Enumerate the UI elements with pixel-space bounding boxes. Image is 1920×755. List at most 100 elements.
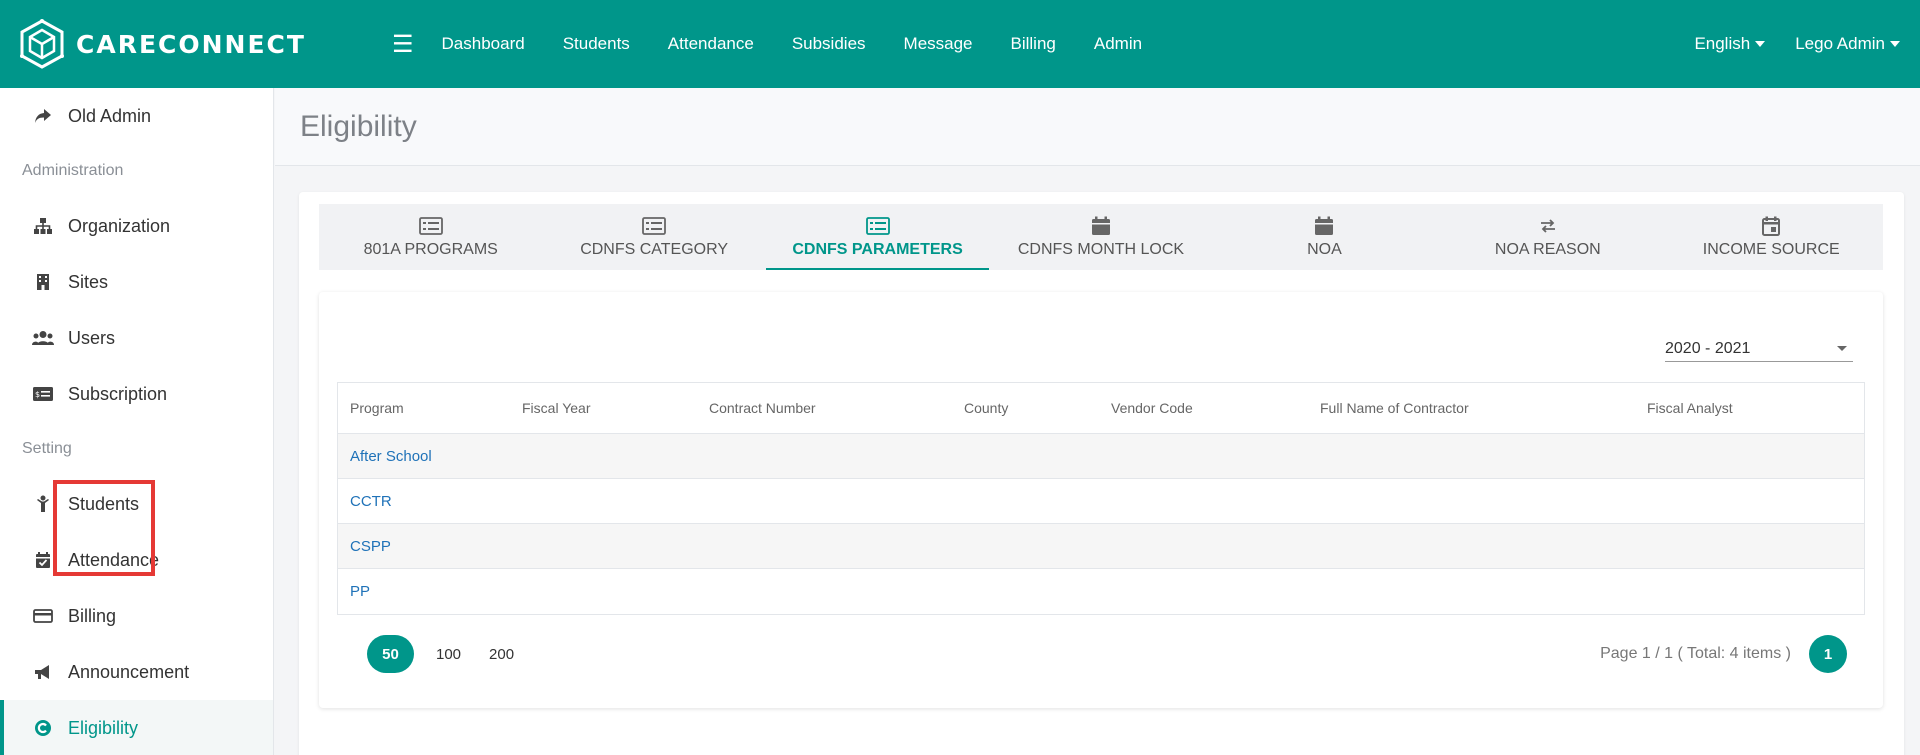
language-dropdown[interactable]: English — [1694, 34, 1766, 54]
list-alt-icon — [642, 215, 667, 237]
hamburger-menu-icon[interactable]: ☰ — [392, 30, 414, 59]
sidebar-item-label: Organization — [68, 215, 171, 236]
program-link-cctr[interactable]: CCTR — [350, 493, 392, 510]
caret-down-icon — [1755, 41, 1766, 47]
tab-label: CDNFS PARAMETERS — [792, 241, 963, 258]
sidebar-item-announcement[interactable]: Announcement — [0, 644, 273, 700]
column-header-county[interactable]: County — [952, 400, 1099, 416]
program-link-pp[interactable]: PP — [350, 583, 370, 600]
cell-program: CSPP — [338, 538, 510, 555]
cell-program: PP — [338, 583, 510, 600]
tab-bar: 801A PROGRAMS CDNFS CATEGORY CDNFS PARAM… — [319, 204, 1883, 270]
careconnect-logo-icon — [20, 19, 64, 69]
sidebar-item-sites[interactable]: Sites — [0, 254, 273, 310]
column-header-program[interactable]: Program — [338, 400, 510, 416]
parameters-panel: 2020 - 2021 Program Fiscal Year Contract… — [319, 292, 1883, 708]
nav-students[interactable]: Students — [563, 34, 630, 54]
credit-card-icon — [30, 608, 56, 624]
user-dropdown[interactable]: Lego Admin — [1795, 34, 1900, 54]
sidebar-section-administration: Administration — [22, 162, 124, 179]
page-size-100[interactable]: 100 — [436, 646, 461, 663]
calendar-icon — [1314, 215, 1334, 237]
sidebar-item-label: Old Admin — [68, 105, 152, 126]
sidebar-item-label: Users — [68, 327, 116, 348]
tab-label: 801A PROGRAMS — [363, 241, 498, 258]
pagination-summary: Page 1 / 1 ( Total: 4 items ) — [1600, 645, 1791, 662]
tab-label: CDNFS CATEGORY — [580, 241, 729, 258]
sidebar-item-old-admin[interactable]: Old Admin — [0, 88, 273, 144]
exchange-arrows-icon — [1539, 215, 1557, 237]
page-title: Eligibility — [300, 109, 417, 143]
bullhorn-icon — [30, 664, 56, 680]
sidebar-item-subscription[interactable]: $ Subscription — [0, 366, 273, 422]
money-check-icon: $ — [30, 386, 56, 402]
nav-message[interactable]: Message — [904, 34, 973, 54]
main-content: Eligibility 801A PROGRAMS CDNFS CATEGORY… — [275, 88, 1920, 755]
tab-801a-programs[interactable]: 801A PROGRAMS — [319, 204, 542, 270]
page-size-200[interactable]: 200 — [489, 646, 514, 663]
table-row: After School — [338, 434, 1864, 479]
sidebar-item-label: Announcement — [68, 661, 190, 682]
brand[interactable]: CARECONNECT — [18, 18, 378, 70]
list-alt-icon — [418, 215, 443, 237]
program-link-cspp[interactable]: CSPP — [350, 538, 391, 555]
tab-label: NOA — [1307, 241, 1342, 258]
users-icon — [30, 330, 56, 346]
sidebar-item-students[interactable]: Students — [0, 476, 273, 532]
tab-noa-reason[interactable]: NOA REASON — [1436, 204, 1659, 270]
sitemap-icon — [30, 217, 56, 235]
nav-dashboard[interactable]: Dashboard — [442, 34, 525, 54]
column-header-vendor-code[interactable]: Vendor Code — [1099, 400, 1308, 416]
sidebar-item-eligibility[interactable]: Eligibility — [0, 700, 273, 755]
calendar-icon — [1091, 215, 1111, 237]
eligibility-card: 801A PROGRAMS CDNFS CATEGORY CDNFS PARAM… — [299, 192, 1904, 755]
sidebar-item-organization[interactable]: Organization — [0, 198, 273, 254]
sidebar-item-label: Sites — [68, 271, 109, 292]
sidebar-item-label: Students — [68, 493, 140, 514]
sidebar-item-label: Attendance — [68, 549, 160, 570]
page-size-50[interactable]: 50 — [367, 635, 414, 673]
sidebar-item-attendance[interactable]: Attendance — [0, 532, 273, 588]
fiscal-year-value: 2020 - 2021 — [1665, 339, 1751, 357]
tab-label: CDNFS MONTH LOCK — [1017, 241, 1185, 258]
sidebar-item-label: Eligibility — [68, 717, 139, 738]
sidebar-item-label: Billing — [68, 605, 117, 626]
sidebar-item-label: Subscription — [68, 383, 168, 404]
tab-cdnfs-category[interactable]: CDNFS CATEGORY — [542, 204, 765, 270]
top-navbar: CARECONNECT ☰ Dashboard Students Attenda… — [0, 0, 1920, 88]
tab-label: NOA REASON — [1494, 241, 1601, 258]
program-link-after-school[interactable]: After School — [350, 448, 432, 465]
sidebar: Old Admin Administration Organization Si… — [0, 88, 274, 755]
fiscal-year-select[interactable]: 2020 - 2021 — [1665, 336, 1853, 362]
tab-income-source[interactable]: INCOME SOURCE — [1660, 204, 1883, 270]
child-icon — [30, 495, 56, 513]
column-header-full-name-of-contractor[interactable]: Full Name of Contractor — [1308, 400, 1635, 416]
page-header: Eligibility — [275, 88, 1920, 166]
tab-cdnfs-parameters[interactable]: CDNFS PARAMETERS — [765, 204, 990, 270]
building-icon — [30, 273, 56, 291]
sidebar-section-setting: Setting — [22, 440, 72, 457]
pagination-info: Page 1 / 1 ( Total: 4 items ) 1 — [1600, 635, 1847, 673]
chevron-down-icon — [1837, 346, 1847, 351]
tab-noa[interactable]: NOA — [1213, 204, 1436, 270]
tab-cdnfs-month-lock[interactable]: CDNFS MONTH LOCK — [989, 204, 1212, 270]
nav-attendance[interactable]: Attendance — [668, 34, 754, 54]
page-button-1[interactable]: 1 — [1809, 635, 1847, 673]
calendar-check-icon — [30, 551, 56, 569]
sidebar-item-users[interactable]: Users — [0, 310, 273, 366]
brand-name: CARECONNECT — [76, 29, 306, 59]
column-header-fiscal-year[interactable]: Fiscal Year — [510, 400, 697, 416]
top-right-menu: English Lego Admin — [1664, 34, 1900, 54]
sidebar-item-billing[interactable]: Billing — [0, 588, 273, 644]
column-header-contract-number[interactable]: Contract Number — [697, 400, 952, 416]
nav-subsidies[interactable]: Subsidies — [792, 34, 866, 54]
tab-label: INCOME SOURCE — [1702, 241, 1840, 258]
nav-admin[interactable]: Admin — [1094, 34, 1142, 54]
table-header: Program Fiscal Year Contract Number Coun… — [338, 383, 1864, 434]
nav-billing[interactable]: Billing — [1011, 34, 1056, 54]
list-alt-icon — [865, 215, 890, 237]
language-label: English — [1694, 34, 1751, 53]
cell-program: After School — [338, 448, 510, 465]
column-header-fiscal-analyst[interactable]: Fiscal Analyst — [1635, 400, 1864, 416]
table-row: PP — [338, 569, 1864, 614]
